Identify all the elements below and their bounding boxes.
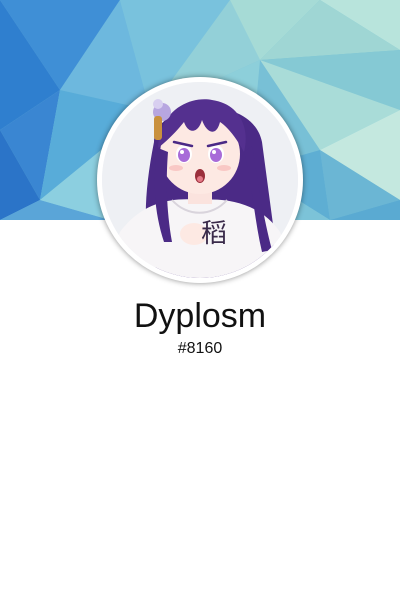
profile-card: 稻 Dyplosm #8160 [0, 0, 400, 600]
avatar[interactable]: 稻 [102, 82, 298, 278]
anime-girl-avatar-image: 稻 [102, 82, 298, 278]
discriminator: #8160 [177, 340, 223, 357]
avatar-shirt-text: 稻 [201, 219, 227, 249]
avatar-frame[interactable]: 稻 [97, 77, 303, 283]
username: Dyplosm [133, 297, 267, 335]
